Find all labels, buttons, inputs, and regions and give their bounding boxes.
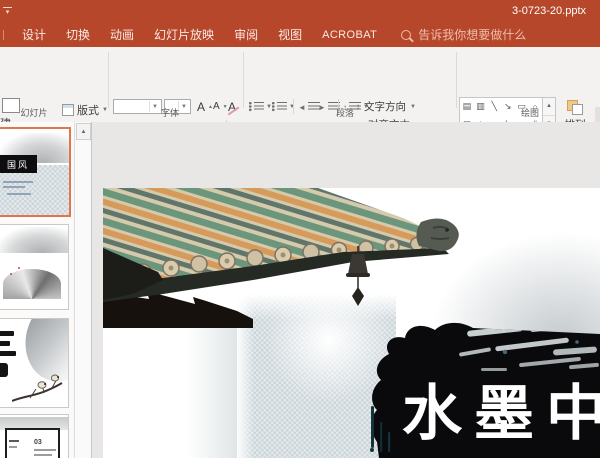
chevron-down-icon: ▼ xyxy=(289,104,295,110)
powerpoint-window: ▾ 3-0723-20.pptx 设计 切换 动画 幻灯片放映 审阅 视图 AC… xyxy=(0,0,600,458)
group-separator xyxy=(456,52,457,108)
title-bar: ▾ 3-0723-20.pptx xyxy=(0,0,600,22)
numbered-list-icon xyxy=(272,102,287,112)
clear-formatting-label: A xyxy=(228,100,236,114)
chevron-down-icon: ▼ xyxy=(410,104,416,110)
shape-textbox-icon[interactable]: ▤ xyxy=(460,98,474,116)
slide-thumbnail-panel: 国风 xyxy=(0,122,92,458)
quick-access-customize-icon[interactable]: ▾ xyxy=(3,7,12,16)
group-separator xyxy=(243,52,244,108)
shrink-font-label: A xyxy=(213,101,220,112)
tell-me-box[interactable]: 告诉我你想要做什么 xyxy=(401,26,526,43)
layout-icon xyxy=(62,104,74,116)
slide-thumbnail-2[interactable] xyxy=(0,224,69,310)
arrange-icon xyxy=(567,100,583,115)
numbering-button[interactable]: ▼ xyxy=(272,99,295,115)
tab-design[interactable]: 设计 xyxy=(12,26,56,43)
slide-thumbnail-3[interactable] xyxy=(0,318,69,408)
bullets-button[interactable]: ▼ xyxy=(249,99,272,115)
tab-acrobat[interactable]: ACROBAT xyxy=(312,29,387,41)
thumbnail-mountain-art xyxy=(0,227,68,253)
editing-area: 水墨中 xyxy=(92,122,600,458)
slide-title-text[interactable]: 水墨中 xyxy=(402,382,600,446)
layout-button[interactable]: 版式 ▼ xyxy=(62,102,108,118)
thumbnail-accent-dot xyxy=(18,267,20,269)
separator xyxy=(293,99,294,114)
ribbon: 建 片 ▼ 版式 ▼ 重置 节 ▼ 幻灯片 ▼ ▼ A▲ A▼ A B I U … xyxy=(0,47,600,123)
thumbnail-accent-dot xyxy=(10,273,12,275)
cut-tab-fragment xyxy=(0,30,4,40)
thumbnail-branch-art xyxy=(12,371,64,405)
tab-animations[interactable]: 动画 xyxy=(100,26,144,43)
document-title: 3-0723-20.pptx xyxy=(512,5,586,17)
thumbnail-frame-art: 03 xyxy=(5,428,60,458)
tab-slideshow[interactable]: 幻灯片放映 xyxy=(144,26,224,43)
thumbnail-text-line xyxy=(9,440,19,442)
slide-canvas[interactable]: 水墨中 xyxy=(103,188,600,458)
thumbnail-text-line xyxy=(34,449,56,451)
scroll-up-icon[interactable]: ▲ xyxy=(76,123,91,140)
thumbnail-text-line xyxy=(3,181,33,183)
drawing-group-label: 绘图 xyxy=(495,106,565,119)
shape-vertical-textbox-icon[interactable]: ▥ xyxy=(474,98,488,116)
font-group-label: 字体 xyxy=(130,106,210,119)
tell-me-label: 告诉我你想要做什么 xyxy=(418,26,526,43)
thumbnail-number: 03 xyxy=(34,439,42,446)
bullet-list-icon xyxy=(249,102,264,112)
thumbnail-text-line xyxy=(3,186,25,188)
down-caret-icon: ▼ xyxy=(223,104,228,110)
thumbnail-title-badge: 国风 xyxy=(0,155,37,173)
workspace: 国风 xyxy=(0,122,600,458)
shrink-font-button[interactable]: A▼ xyxy=(213,101,228,112)
slides-group-label: 幻灯片 xyxy=(8,106,60,119)
layout-label: 版式 xyxy=(77,102,99,118)
search-icon xyxy=(401,30,411,40)
slide-thumbnail-4[interactable]: 03 xyxy=(0,414,69,458)
paragraph-group-label: 段落 xyxy=(300,106,390,119)
temple-roof-photo-art xyxy=(103,188,465,318)
thumbnail-text-line xyxy=(34,454,52,456)
thumbnail-text-line xyxy=(9,446,17,448)
tab-view[interactable]: 视图 xyxy=(268,26,312,43)
tab-review[interactable]: 审阅 xyxy=(224,26,268,43)
thumbnail-text-line xyxy=(7,193,31,195)
thumbnail-scrollbar[interactable]: ▲ xyxy=(74,122,91,458)
white-wall-art xyxy=(103,316,237,458)
tab-transitions[interactable]: 切换 xyxy=(56,26,100,43)
group-separator xyxy=(108,52,109,108)
ribbon-tab-row: 设计 切换 动画 幻灯片放映 审阅 视图 ACROBAT 告诉我你想要做什么 xyxy=(0,22,600,47)
slide-thumbnail-1[interactable]: 国风 xyxy=(0,127,71,217)
